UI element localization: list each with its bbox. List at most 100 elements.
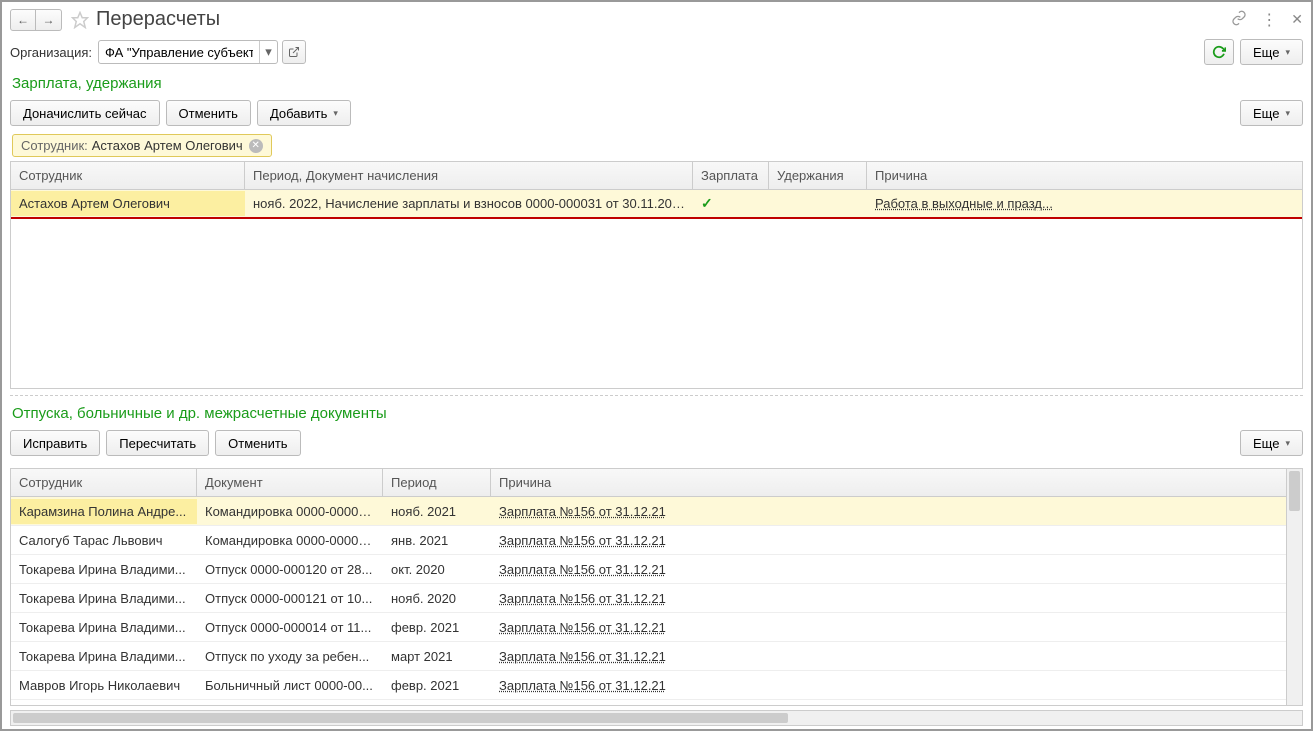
- col2-reason[interactable]: Причина: [491, 469, 1286, 496]
- cell-document: Командировка 0000-00000...: [197, 528, 383, 553]
- cell-employee: Токарева Ирина Владими...: [11, 644, 197, 669]
- reason-link[interactable]: Зарплата №156 от 31.12.21: [499, 649, 666, 664]
- reason-link[interactable]: Зарплата №156 от 31.12.21: [499, 678, 666, 693]
- more-button-2[interactable]: Еще: [1240, 430, 1303, 456]
- filter-chip[interactable]: Сотрудник: Астахов Артем Олегович ✕: [12, 134, 272, 157]
- recalc-button[interactable]: Пересчитать: [106, 430, 209, 456]
- cell-period: февр. 2021: [383, 673, 491, 698]
- reason-link[interactable]: Зарплата №156 от 31.12.21: [499, 620, 666, 635]
- col-deductions[interactable]: Удержания: [769, 162, 867, 189]
- toolbar1: Доначислить сейчас Отменить Добавить Еще: [2, 96, 1311, 134]
- table-row[interactable]: Токарева Ирина Владими...Отпуск по уходу…: [11, 642, 1286, 671]
- cell-document: Командировка 0000-00000...: [197, 499, 383, 524]
- org-input[interactable]: [99, 43, 259, 62]
- reason-link[interactable]: Работа в выходные и празд...: [875, 196, 1053, 211]
- cell-period-doc: нояб. 2022, Начисление зарплаты и взносо…: [245, 191, 693, 216]
- titlebar: ← → Перерасчеты ⋮ ✕: [2, 2, 1311, 35]
- cell-period: нояб. 2020: [383, 586, 491, 611]
- grid-salary[interactable]: Сотрудник Период, Документ начисления За…: [10, 161, 1303, 389]
- cell-reason: Зарплата №156 от 31.12.21: [491, 528, 1286, 553]
- col2-period[interactable]: Период: [383, 469, 491, 496]
- col-reason[interactable]: Причина: [867, 162, 1302, 189]
- grid1-body: Астахов Артем Олеговичнояб. 2022, Начисл…: [11, 190, 1302, 388]
- grid2-scrollbar[interactable]: [1287, 468, 1303, 706]
- grid2-wrap: Сотрудник Документ Период Причина Карамз…: [10, 468, 1303, 706]
- grid2-body: Карамзина Полина Андре...Командировка 00…: [11, 497, 1286, 705]
- cell-salary: ✓: [693, 190, 769, 217]
- cell-employee: Астахов Артем Олегович: [11, 191, 245, 216]
- cell-document: Отпуск 0000-000121 от 10...: [197, 586, 383, 611]
- cell-reason: Зарплата №156 от 31.12.21: [491, 586, 1286, 611]
- accrue-now-button[interactable]: Доначислить сейчас: [10, 100, 160, 126]
- section1-title: Зарплата, удержания: [2, 71, 1311, 96]
- col-salary[interactable]: Зарплата: [693, 162, 769, 189]
- cell-period: окт. 2020: [383, 557, 491, 582]
- grid-vacation[interactable]: Сотрудник Документ Период Причина Карамз…: [10, 468, 1287, 706]
- cell-reason: Зарплата №156 от 31.12.21: [491, 557, 1286, 582]
- section2-title: Отпуска, больничные и др. межрасчетные д…: [2, 401, 1311, 426]
- reason-link[interactable]: Зарплата №156 от 31.12.21: [499, 533, 666, 548]
- col-period-doc[interactable]: Период, Документ начисления: [245, 162, 693, 189]
- window: ← → Перерасчеты ⋮ ✕ Организация: ▾ Еще З: [0, 0, 1313, 731]
- cell-employee: Мавров Игорь Николаевич: [11, 673, 197, 698]
- link-icon[interactable]: [1231, 10, 1247, 29]
- toolbar2: Исправить Пересчитать Отменить Еще: [2, 426, 1311, 464]
- filter-label: Сотрудник:: [21, 138, 88, 153]
- forward-button[interactable]: →: [36, 9, 62, 31]
- favorite-star-icon[interactable]: [70, 10, 90, 30]
- cell-document: Отпуск 0000-000014 от 11...: [197, 615, 383, 640]
- fix-button[interactable]: Исправить: [10, 430, 100, 456]
- page-title: Перерасчеты: [96, 8, 220, 31]
- cell-employee: Токарева Ирина Владими...: [11, 615, 197, 640]
- col-employee[interactable]: Сотрудник: [11, 162, 245, 189]
- more-button-1[interactable]: Еще: [1240, 100, 1303, 126]
- cell-document: Больничный лист 0000-00...: [197, 673, 383, 698]
- table-row[interactable]: Салогуб Тарас ЛьвовичКомандировка 0000-0…: [11, 526, 1286, 555]
- cell-period: февр. 2021: [383, 615, 491, 640]
- table-row[interactable]: Астахов Артем Олеговичнояб. 2022, Начисл…: [11, 190, 1302, 219]
- col2-employee[interactable]: Сотрудник: [11, 469, 197, 496]
- cell-employee: Токарева Ирина Владими...: [11, 557, 197, 582]
- grid1-header: Сотрудник Период, Документ начисления За…: [11, 162, 1302, 190]
- cell-period: март 2021: [383, 644, 491, 669]
- close-icon[interactable]: ✕: [1291, 11, 1303, 28]
- cell-reason: Зарплата №156 от 31.12.21: [491, 673, 1286, 698]
- cancel-button-1[interactable]: Отменить: [166, 100, 251, 126]
- cell-employee: Карамзина Полина Андре...: [11, 499, 197, 524]
- more-button-top[interactable]: Еще: [1240, 39, 1303, 65]
- cell-reason: Зарплата №156 от 31.12.21: [491, 499, 1286, 524]
- org-dropdown-icon[interactable]: ▾: [259, 41, 277, 63]
- nav-buttons: ← →: [10, 9, 62, 31]
- table-row[interactable]: Токарева Ирина Владими...Отпуск 0000-000…: [11, 584, 1286, 613]
- filter-clear-icon[interactable]: ✕: [249, 139, 263, 153]
- cell-reason: Зарплата №156 от 31.12.21: [491, 644, 1286, 669]
- cell-document: Отпуск 0000-000120 от 28...: [197, 557, 383, 582]
- titlebar-right: ⋮ ✕: [1231, 10, 1303, 30]
- cell-employee: Токарева Ирина Владими...: [11, 586, 197, 611]
- cell-reason: Работа в выходные и празд...: [867, 191, 1302, 216]
- refresh-button[interactable]: [1204, 39, 1234, 65]
- col2-document[interactable]: Документ: [197, 469, 383, 496]
- add-button[interactable]: Добавить: [257, 100, 351, 126]
- back-button[interactable]: ←: [10, 9, 36, 31]
- cell-document: Отпуск по уходу за ребен...: [197, 644, 383, 669]
- table-row[interactable]: Токарева Ирина Владими...Отпуск 0000-000…: [11, 613, 1286, 642]
- table-row[interactable]: Токарева Ирина Владими...Отпуск 0000-000…: [11, 555, 1286, 584]
- more-icon[interactable]: ⋮: [1261, 10, 1277, 30]
- reason-link[interactable]: Зарплата №156 от 31.12.21: [499, 591, 666, 606]
- cell-period: нояб. 2021: [383, 499, 491, 524]
- org-open-button[interactable]: [282, 40, 306, 64]
- org-select[interactable]: ▾: [98, 40, 278, 64]
- org-row: Организация: ▾ Еще: [2, 35, 1311, 71]
- table-row[interactable]: Карамзина Полина Андре...Командировка 00…: [11, 497, 1286, 526]
- table-row[interactable]: Мавров Игорь НиколаевичБольничный лист 0…: [11, 671, 1286, 700]
- window-scrollbar[interactable]: [10, 710, 1303, 726]
- cancel-button-2[interactable]: Отменить: [215, 430, 300, 456]
- reason-link[interactable]: Зарплата №156 от 31.12.21: [499, 504, 666, 519]
- filter-value: Астахов Артем Олегович: [92, 138, 243, 153]
- cell-deductions: [769, 199, 867, 209]
- reason-link[interactable]: Зарплата №156 от 31.12.21: [499, 562, 666, 577]
- check-icon: ✓: [701, 195, 713, 211]
- grid2-header: Сотрудник Документ Период Причина: [11, 469, 1286, 497]
- cell-reason: Зарплата №156 от 31.12.21: [491, 615, 1286, 640]
